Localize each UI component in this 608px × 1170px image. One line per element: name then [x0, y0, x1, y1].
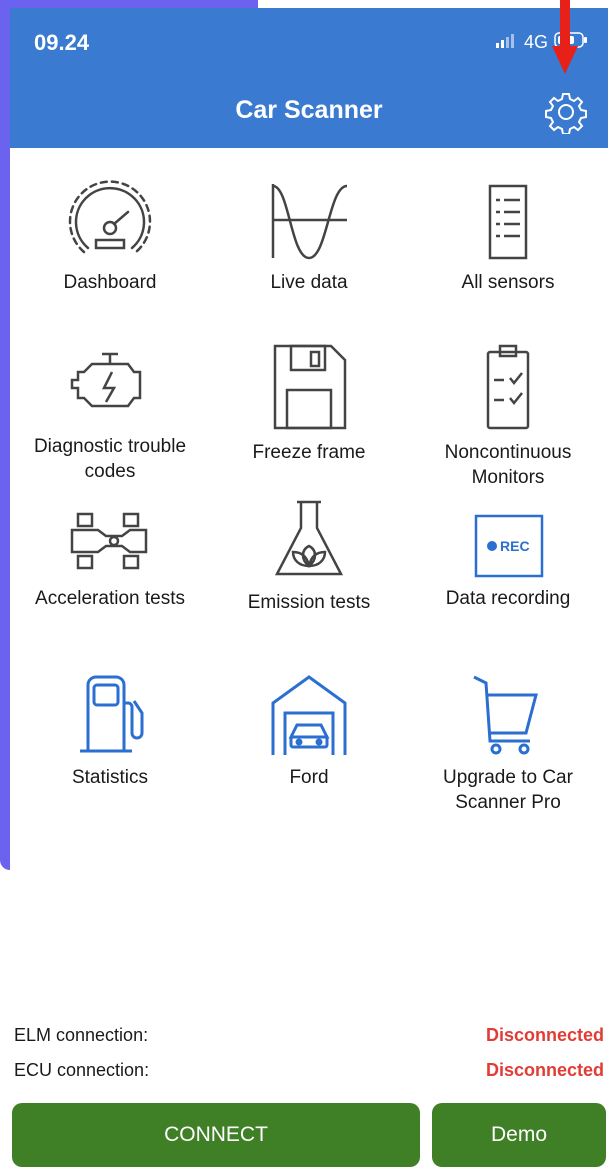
page-title: Car Scanner — [235, 96, 383, 124]
menu-item-noncontinuous-monitors[interactable]: Noncontinuous Monitors — [408, 342, 608, 490]
signal-icon — [495, 32, 518, 53]
annotation-arrow-icon — [552, 0, 578, 74]
floppy-disk-icon — [273, 344, 347, 430]
demo-button[interactable]: Demo — [432, 1103, 606, 1167]
menu-label: Upgrade to Car Scanner Pro — [443, 767, 573, 813]
menu-item-data-recording[interactable]: REC Data recording — [408, 508, 608, 611]
menu-item-ford[interactable]: Ford — [209, 673, 409, 790]
sine-wave-icon — [271, 184, 348, 260]
network-type: 4G — [523, 32, 548, 52]
connect-button[interactable]: CONNECT — [12, 1103, 420, 1167]
list-icon — [488, 184, 528, 260]
menu-label: Live data — [270, 272, 348, 293]
engine-icon — [70, 352, 142, 408]
elm-connection-row: ELM connection: Disconnected — [14, 1025, 604, 1046]
device-frame-left — [0, 0, 10, 870]
rec-badge-text: REC — [500, 538, 530, 554]
menu-label: Dashboard — [63, 272, 157, 293]
speedometer-icon — [68, 180, 152, 254]
ecu-connection-row: ECU connection: Disconnected — [14, 1060, 604, 1081]
clipboard-check-icon — [486, 344, 530, 430]
race-car-icon — [70, 512, 148, 570]
menu-item-acceleration-tests[interactable]: Acceleration tests — [10, 508, 210, 611]
menu-label: Ford — [289, 767, 329, 788]
menu-label: Freeze frame — [252, 442, 366, 463]
menu-label: Noncontinuous Monitors — [444, 442, 572, 488]
menu-item-emission-tests[interactable]: Emission tests — [209, 498, 409, 615]
status-time: 09.24 — [34, 30, 90, 55]
menu-item-live-data[interactable]: Live data — [209, 178, 409, 295]
menu-item-statistics[interactable]: Statistics — [10, 673, 210, 790]
elm-connection-label: ELM connection: — [14, 1025, 149, 1045]
ecu-connection-status: Disconnected — [485, 1060, 604, 1080]
settings-button[interactable] — [544, 90, 588, 135]
menu-item-diagnostic-codes[interactable]: Diagnostic trouble codes — [10, 342, 210, 484]
menu-item-freeze-frame[interactable]: Freeze frame — [209, 342, 409, 465]
fuel-pump-icon — [80, 675, 144, 753]
flask-leaf-icon — [274, 500, 344, 576]
menu-label: All sensors — [461, 272, 555, 293]
gear-icon — [545, 93, 587, 135]
menu-item-upgrade[interactable]: Upgrade to Car Scanner Pro — [408, 673, 608, 815]
menu-item-dashboard[interactable]: Dashboard — [10, 178, 210, 295]
menu-label: Data recording — [445, 588, 571, 609]
device-frame-top — [0, 0, 258, 8]
menu-label: Acceleration tests — [35, 588, 185, 609]
ecu-connection-label: ECU connection: — [14, 1060, 150, 1080]
menu-label: Diagnostic trouble codes — [33, 436, 187, 482]
menu-item-all-sensors[interactable]: All sensors — [408, 178, 608, 295]
shopping-cart-icon — [473, 675, 538, 755]
menu-label: Statistics — [71, 767, 149, 788]
app-header: 09.24 4G Car Scanner — [10, 8, 608, 148]
elm-connection-status: Disconnected — [485, 1025, 604, 1045]
rec-badge-icon: REC — [474, 514, 544, 578]
garage-car-icon — [271, 675, 347, 755]
menu-label: Emission tests — [247, 592, 371, 613]
